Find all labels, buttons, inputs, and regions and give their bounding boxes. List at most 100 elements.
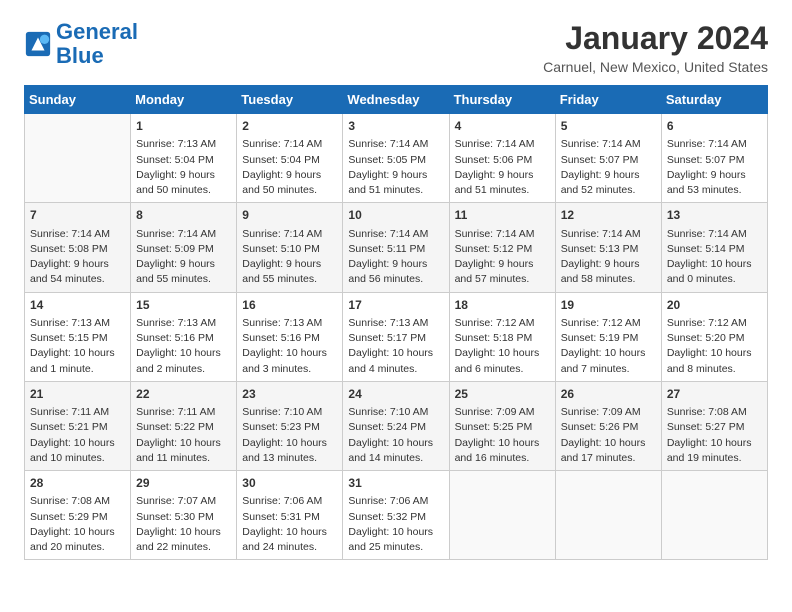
calendar-cell: 8 Sunrise: 7:14 AM Sunset: 5:09 PM Daylig… <box>131 203 237 292</box>
calendar-cell: 3 Sunrise: 7:14 AM Sunset: 5:05 PM Daylig… <box>343 114 449 203</box>
calendar-week-1: 1 Sunrise: 7:13 AM Sunset: 5:04 PM Daylig… <box>25 114 768 203</box>
day-info: Sunrise: 7:12 AM Sunset: 5:18 PM Dayligh… <box>455 316 550 377</box>
header-row: SundayMondayTuesdayWednesdayThursdayFrid… <box>25 86 768 114</box>
day-header-saturday: Saturday <box>661 86 767 114</box>
day-info: Sunrise: 7:08 AM Sunset: 5:29 PM Dayligh… <box>30 494 125 555</box>
day-header-thursday: Thursday <box>449 86 555 114</box>
day-info: Sunrise: 7:14 AM Sunset: 5:11 PM Dayligh… <box>348 227 443 288</box>
day-info: Sunrise: 7:14 AM Sunset: 5:10 PM Dayligh… <box>242 227 337 288</box>
logo: General Blue <box>24 20 138 68</box>
day-number: 18 <box>455 297 550 314</box>
calendar-cell: 13Sunrise: 7:14 AM Sunset: 5:14 PM Dayli… <box>661 203 767 292</box>
calendar-cell: 9 Sunrise: 7:14 AM Sunset: 5:10 PM Daylig… <box>237 203 343 292</box>
day-info: Sunrise: 7:13 AM Sunset: 5:15 PM Dayligh… <box>30 316 125 377</box>
day-info: Sunrise: 7:11 AM Sunset: 5:21 PM Dayligh… <box>30 405 125 466</box>
day-info: Sunrise: 7:13 AM Sunset: 5:17 PM Dayligh… <box>348 316 443 377</box>
day-number: 15 <box>136 297 231 314</box>
calendar-cell: 18 Sunrise: 7:12 AM Sunset: 5:18 PM Dayli… <box>449 292 555 381</box>
day-number: 6 <box>667 118 762 135</box>
day-number: 29 <box>136 475 231 492</box>
day-info: Sunrise: 7:11 AM Sunset: 5:22 PM Dayligh… <box>136 405 231 466</box>
day-info: Sunrise: 7:14 AM Sunset: 5:07 PM Dayligh… <box>561 137 656 198</box>
day-header-sunday: Sunday <box>25 86 131 114</box>
day-info: Sunrise: 7:06 AM Sunset: 5:32 PM Dayligh… <box>348 494 443 555</box>
calendar-cell: 25 Sunrise: 7:09 AM Sunset: 5:25 PM Dayli… <box>449 381 555 470</box>
day-info: Sunrise: 7:09 AM Sunset: 5:26 PM Dayligh… <box>561 405 656 466</box>
day-info: Sunrise: 7:14 AM Sunset: 5:06 PM Dayligh… <box>455 137 550 198</box>
calendar-subtitle: Carnuel, New Mexico, United States <box>543 59 768 75</box>
day-number: 26 <box>561 386 656 403</box>
calendar-cell: 23 Sunrise: 7:10 AM Sunset: 5:23 PM Dayli… <box>237 381 343 470</box>
day-number: 9 <box>242 207 337 224</box>
day-info: Sunrise: 7:14 AM Sunset: 5:05 PM Dayligh… <box>348 137 443 198</box>
calendar-cell: 16Sunrise: 7:13 AM Sunset: 5:16 PM Dayli… <box>237 292 343 381</box>
calendar-cell: 2Sunrise: 7:14 AM Sunset: 5:04 PM Daylig… <box>237 114 343 203</box>
day-number: 12 <box>561 207 656 224</box>
day-info: Sunrise: 7:06 AM Sunset: 5:31 PM Dayligh… <box>242 494 337 555</box>
page-header: General Blue January 2024 Carnuel, New M… <box>24 20 768 75</box>
calendar-week-5: 28Sunrise: 7:08 AM Sunset: 5:29 PM Dayli… <box>25 471 768 560</box>
title-block: January 2024 Carnuel, New Mexico, United… <box>543 20 768 75</box>
calendar-body: 1 Sunrise: 7:13 AM Sunset: 5:04 PM Daylig… <box>25 114 768 560</box>
day-number: 2 <box>242 118 337 135</box>
day-number: 31 <box>348 475 443 492</box>
day-number: 19 <box>561 297 656 314</box>
logo-text: General Blue <box>56 20 138 68</box>
day-number: 30 <box>242 475 337 492</box>
day-number: 1 <box>136 118 231 135</box>
day-info: Sunrise: 7:14 AM Sunset: 5:12 PM Dayligh… <box>455 227 550 288</box>
calendar-cell: 28Sunrise: 7:08 AM Sunset: 5:29 PM Dayli… <box>25 471 131 560</box>
day-info: Sunrise: 7:10 AM Sunset: 5:23 PM Dayligh… <box>242 405 337 466</box>
day-info: Sunrise: 7:14 AM Sunset: 5:08 PM Dayligh… <box>30 227 125 288</box>
day-number: 25 <box>455 386 550 403</box>
day-number: 20 <box>667 297 762 314</box>
day-number: 3 <box>348 118 443 135</box>
day-info: Sunrise: 7:14 AM Sunset: 5:14 PM Dayligh… <box>667 227 762 288</box>
calendar-cell: 30 Sunrise: 7:06 AM Sunset: 5:31 PM Dayli… <box>237 471 343 560</box>
day-header-wednesday: Wednesday <box>343 86 449 114</box>
calendar-cell: 7 Sunrise: 7:14 AM Sunset: 5:08 PM Daylig… <box>25 203 131 292</box>
day-number: 5 <box>561 118 656 135</box>
day-number: 8 <box>136 207 231 224</box>
day-info: Sunrise: 7:10 AM Sunset: 5:24 PM Dayligh… <box>348 405 443 466</box>
day-info: Sunrise: 7:13 AM Sunset: 5:04 PM Dayligh… <box>136 137 231 198</box>
day-info: Sunrise: 7:08 AM Sunset: 5:27 PM Dayligh… <box>667 405 762 466</box>
day-number: 23 <box>242 386 337 403</box>
calendar-cell: 15 Sunrise: 7:13 AM Sunset: 5:16 PM Dayli… <box>131 292 237 381</box>
day-number: 24 <box>348 386 443 403</box>
calendar-cell: 6Sunrise: 7:14 AM Sunset: 5:07 PM Daylig… <box>661 114 767 203</box>
day-number: 14 <box>30 297 125 314</box>
day-info: Sunrise: 7:12 AM Sunset: 5:19 PM Dayligh… <box>561 316 656 377</box>
calendar-cell: 14 Sunrise: 7:13 AM Sunset: 5:15 PM Dayli… <box>25 292 131 381</box>
day-info: Sunrise: 7:09 AM Sunset: 5:25 PM Dayligh… <box>455 405 550 466</box>
calendar-week-2: 7 Sunrise: 7:14 AM Sunset: 5:08 PM Daylig… <box>25 203 768 292</box>
calendar-cell: 17 Sunrise: 7:13 AM Sunset: 5:17 PM Dayli… <box>343 292 449 381</box>
day-info: Sunrise: 7:13 AM Sunset: 5:16 PM Dayligh… <box>136 316 231 377</box>
calendar-cell: 26 Sunrise: 7:09 AM Sunset: 5:26 PM Dayli… <box>555 381 661 470</box>
day-header-tuesday: Tuesday <box>237 86 343 114</box>
calendar-cell: 22Sunrise: 7:11 AM Sunset: 5:22 PM Dayli… <box>131 381 237 470</box>
calendar-cell <box>661 471 767 560</box>
calendar-cell <box>25 114 131 203</box>
calendar-cell: 31 Sunrise: 7:06 AM Sunset: 5:32 PM Dayli… <box>343 471 449 560</box>
day-number: 21 <box>30 386 125 403</box>
calendar-cell: 12Sunrise: 7:14 AM Sunset: 5:13 PM Dayli… <box>555 203 661 292</box>
calendar-cell: 21 Sunrise: 7:11 AM Sunset: 5:21 PM Dayli… <box>25 381 131 470</box>
day-header-friday: Friday <box>555 86 661 114</box>
calendar-header: SundayMondayTuesdayWednesdayThursdayFrid… <box>25 86 768 114</box>
calendar-cell <box>449 471 555 560</box>
calendar-cell: 5 Sunrise: 7:14 AM Sunset: 5:07 PM Daylig… <box>555 114 661 203</box>
day-number: 4 <box>455 118 550 135</box>
calendar-cell: 20Sunrise: 7:12 AM Sunset: 5:20 PM Dayli… <box>661 292 767 381</box>
day-info: Sunrise: 7:14 AM Sunset: 5:09 PM Dayligh… <box>136 227 231 288</box>
calendar-cell: 27Sunrise: 7:08 AM Sunset: 5:27 PM Dayli… <box>661 381 767 470</box>
day-number: 7 <box>30 207 125 224</box>
calendar-week-3: 14 Sunrise: 7:13 AM Sunset: 5:15 PM Dayli… <box>25 292 768 381</box>
day-header-monday: Monday <box>131 86 237 114</box>
calendar-week-4: 21 Sunrise: 7:11 AM Sunset: 5:21 PM Dayli… <box>25 381 768 470</box>
day-number: 11 <box>455 207 550 224</box>
calendar-cell <box>555 471 661 560</box>
day-number: 17 <box>348 297 443 314</box>
calendar-table: SundayMondayTuesdayWednesdayThursdayFrid… <box>24 85 768 560</box>
day-number: 10 <box>348 207 443 224</box>
